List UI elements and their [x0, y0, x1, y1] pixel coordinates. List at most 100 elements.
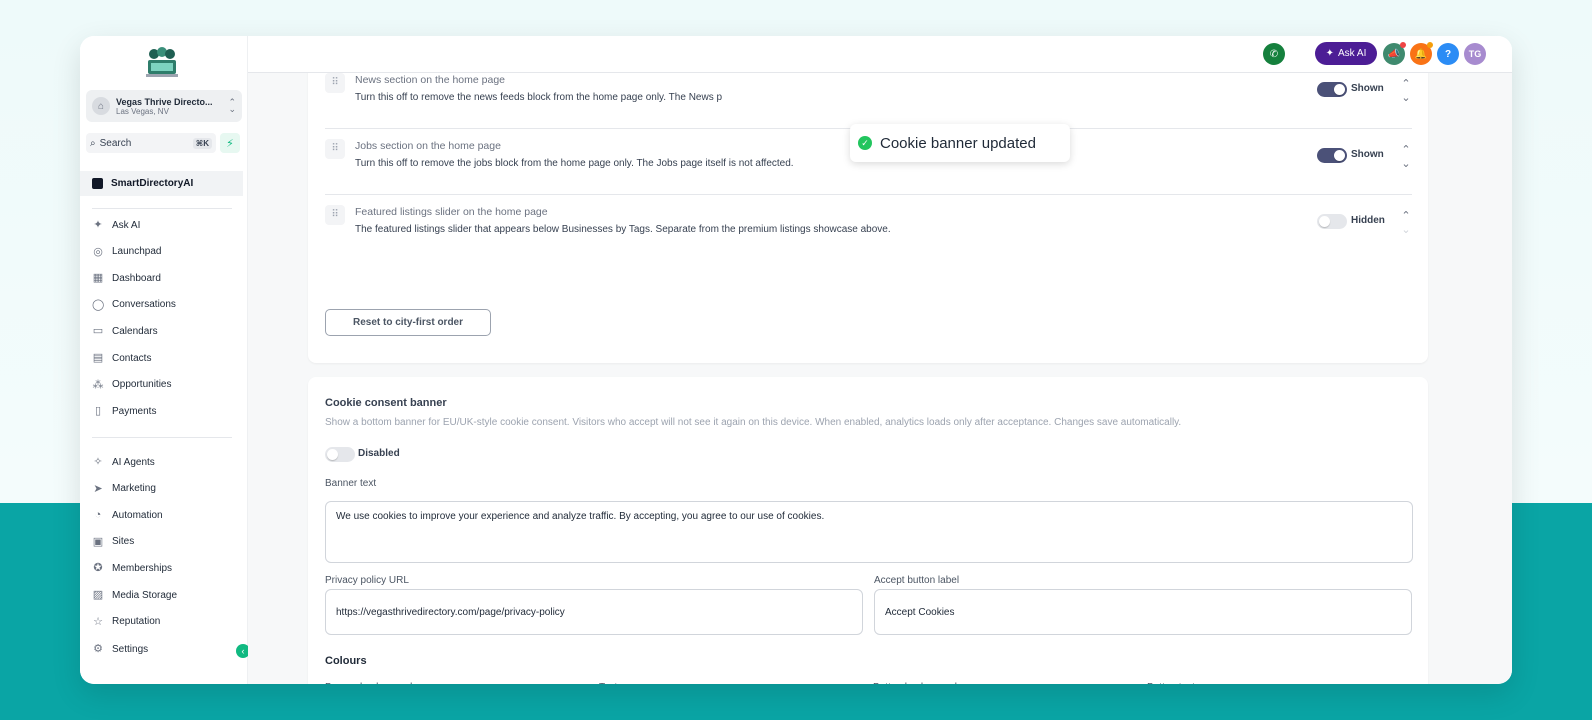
sidebar-item-ask-ai[interactable]: ✦ Ask AI: [92, 216, 242, 234]
quick-action-bolt-icon[interactable]: ⚡: [220, 133, 240, 153]
move-down-icon[interactable]: ⌄: [1400, 223, 1412, 237]
search-icon: ⌕: [90, 137, 96, 149]
move-down-icon[interactable]: ⌄: [1400, 157, 1412, 171]
star-icon: ☆: [93, 615, 103, 628]
section-visibility-state: Shown: [1351, 83, 1384, 94]
ask-ai-button[interactable]: ✦ Ask AI: [1315, 42, 1377, 65]
sidebar-item-label: Marketing: [112, 483, 156, 495]
sidebar-item-label: Reputation: [112, 616, 161, 628]
sidebar-item-smartdirectoryai[interactable]: SmartDirectoryAI: [80, 171, 243, 196]
colour-label: Text: [599, 682, 617, 684]
sidebar-item-contacts[interactable]: ▤ Contacts: [92, 349, 242, 367]
move-down-icon[interactable]: ⌄: [1400, 91, 1412, 105]
sidebar-item-calendars[interactable]: ▭ Calendars: [92, 322, 242, 340]
banner-text-label: Banner text: [325, 478, 377, 489]
sites-icon: ▣: [92, 535, 104, 548]
reset-order-button[interactable]: Reset to city-first order: [325, 309, 491, 336]
home-section-row: ⠿ Featured listings slider on the home pa…: [325, 195, 1412, 261]
megaphone-icon[interactable]: 📣: [1383, 42, 1406, 65]
cookie-banner-toggle[interactable]: [325, 447, 355, 462]
contacts-icon: ▤: [92, 352, 104, 364]
sidebar-item-label: AI Agents: [112, 456, 155, 468]
drag-handle-icon[interactable]: ⠿: [325, 205, 345, 225]
account-city: Las Vegas, NV: [116, 106, 169, 116]
account-switcher[interactable]: ⌂ Vegas Thrive Directo... Las Vegas, NV …: [86, 90, 242, 122]
app-window: ⌂ Vegas Thrive Directo... Las Vegas, NV …: [80, 36, 1512, 684]
cookie-consent-card: Cookie consent banner Show a bottom bann…: [308, 377, 1428, 684]
ask-ai-label: Ask AI: [1338, 48, 1367, 59]
sidebar-item-label: Launchpad: [112, 246, 162, 258]
search-label: Search: [99, 137, 132, 149]
sidebar-item-media-storage[interactable]: ▨ Media Storage: [92, 586, 242, 604]
section-title: Featured listings slider on the home pag…: [355, 206, 548, 218]
drag-handle-icon[interactable]: ⠿: [325, 73, 345, 93]
sidebar-item-ai-agents[interactable]: ✧ AI Agents: [92, 453, 242, 471]
chat-icon: ◯: [92, 298, 105, 311]
top-bar: ✆ ✦ Ask AI 📣 🔔 ? TG: [248, 36, 1512, 73]
sidebar-item-label: Media Storage: [112, 589, 178, 601]
sidebar-item-dashboard[interactable]: ▦ Dashboard: [92, 269, 242, 287]
automation-icon: ◔: [94, 509, 102, 522]
sidebar-divider: [92, 437, 232, 438]
gear-icon: ⚙: [93, 643, 103, 655]
section-description: Turn this off to remove the news feeds b…: [355, 92, 723, 103]
sidebar-item-conversations[interactable]: ◯ Conversations: [92, 296, 242, 314]
move-up-icon[interactable]: ⌃: [1400, 143, 1412, 157]
sidebar-item-marketing[interactable]: ➤ Marketing: [92, 480, 242, 498]
phone-icon[interactable]: ✆: [1263, 43, 1285, 65]
chevron-updown-icon: ⌃ ⌄: [228, 97, 236, 114]
section-description: Turn this off to remove the jobs block f…: [355, 158, 794, 169]
cookie-banner-state: Disabled: [358, 448, 400, 459]
user-avatar[interactable]: TG: [1464, 43, 1486, 65]
help-button[interactable]: ?: [1437, 43, 1459, 65]
calendar-icon: ▭: [92, 325, 104, 338]
drag-handle-icon[interactable]: ⠿: [325, 139, 345, 159]
cookie-section-title: Cookie consent banner: [325, 397, 447, 409]
section-title: News section on the home page: [355, 74, 506, 86]
sidebar-item-sites[interactable]: ▣ Sites: [92, 533, 242, 551]
sidebar-item-payments[interactable]: ▯ Payments: [92, 402, 242, 420]
sidebar-item-label: Memberships: [112, 562, 173, 574]
dashboard-icon: ▦: [92, 272, 104, 285]
move-up-icon[interactable]: ⌃: [1400, 77, 1412, 91]
check-circle-icon: ✓: [858, 136, 872, 150]
sidebar-item-automation[interactable]: ◔ Automation: [92, 506, 242, 524]
toast-message: Cookie banner updated: [880, 134, 1036, 152]
sidebar-item-settings[interactable]: ⚙ Settings: [92, 640, 242, 658]
sidebar-item-label: Opportunities: [112, 379, 172, 391]
sidebar-item-label: Ask AI: [112, 219, 141, 231]
sidebar-divider: [92, 208, 232, 209]
home-sections-card: ⠿ News section on the home page Turn this …: [308, 73, 1428, 363]
section-description: The featured listings slider that appear…: [355, 224, 891, 235]
bell-icon[interactable]: 🔔: [1410, 42, 1433, 65]
account-name: Vegas Thrive Directo...: [116, 96, 213, 107]
sidebar-item-launchpad[interactable]: ◎ Launchpad: [92, 243, 242, 261]
accept-label-input[interactable]: Accept Cookies: [874, 589, 1412, 635]
colours-heading: Colours: [325, 655, 367, 667]
cookie-section-description: Show a bottom banner for EU/UK-style coo…: [325, 417, 1182, 428]
sidebar-item-label: Payments: [112, 405, 157, 417]
sidebar-item-memberships[interactable]: ✪ Memberships: [92, 559, 242, 577]
colour-label: Button text: [1147, 682, 1195, 684]
ai-agents-icon: ✧: [93, 456, 103, 468]
image-icon: ▨: [92, 589, 104, 601]
section-visibility-toggle[interactable]: [1317, 214, 1347, 229]
book-icon: [92, 178, 103, 189]
section-visibility-state: Shown: [1351, 149, 1384, 160]
sidebar-item-opportunities[interactable]: ⁂ Opportunities: [92, 376, 242, 394]
section-visibility-toggle[interactable]: [1317, 82, 1347, 97]
sidebar-brand-label: SmartDirectoryAI: [111, 178, 194, 189]
sidebar-item-label: Sites: [112, 536, 135, 548]
banner-text-input[interactable]: We use cookies to improve your experienc…: [325, 501, 1413, 563]
sparkle-icon: ✦: [1325, 48, 1335, 59]
sidebar-item-label: Automation: [112, 509, 163, 521]
badge-icon: ✪: [93, 562, 103, 575]
sidebar: ⌂ Vegas Thrive Directo... Las Vegas, NV …: [80, 36, 250, 684]
privacy-url-input[interactable]: https://vegasthrivedirectory.com/page/pr…: [325, 589, 863, 635]
location-icon: ⌂: [92, 97, 110, 115]
sidebar-item-reputation[interactable]: ☆ Reputation: [92, 613, 242, 631]
search-button[interactable]: ⌕ Search ⌘K: [86, 133, 216, 153]
move-up-icon[interactable]: ⌃: [1400, 209, 1412, 223]
sidebar-item-label: Conversations: [112, 299, 176, 311]
section-visibility-toggle[interactable]: [1317, 148, 1347, 163]
